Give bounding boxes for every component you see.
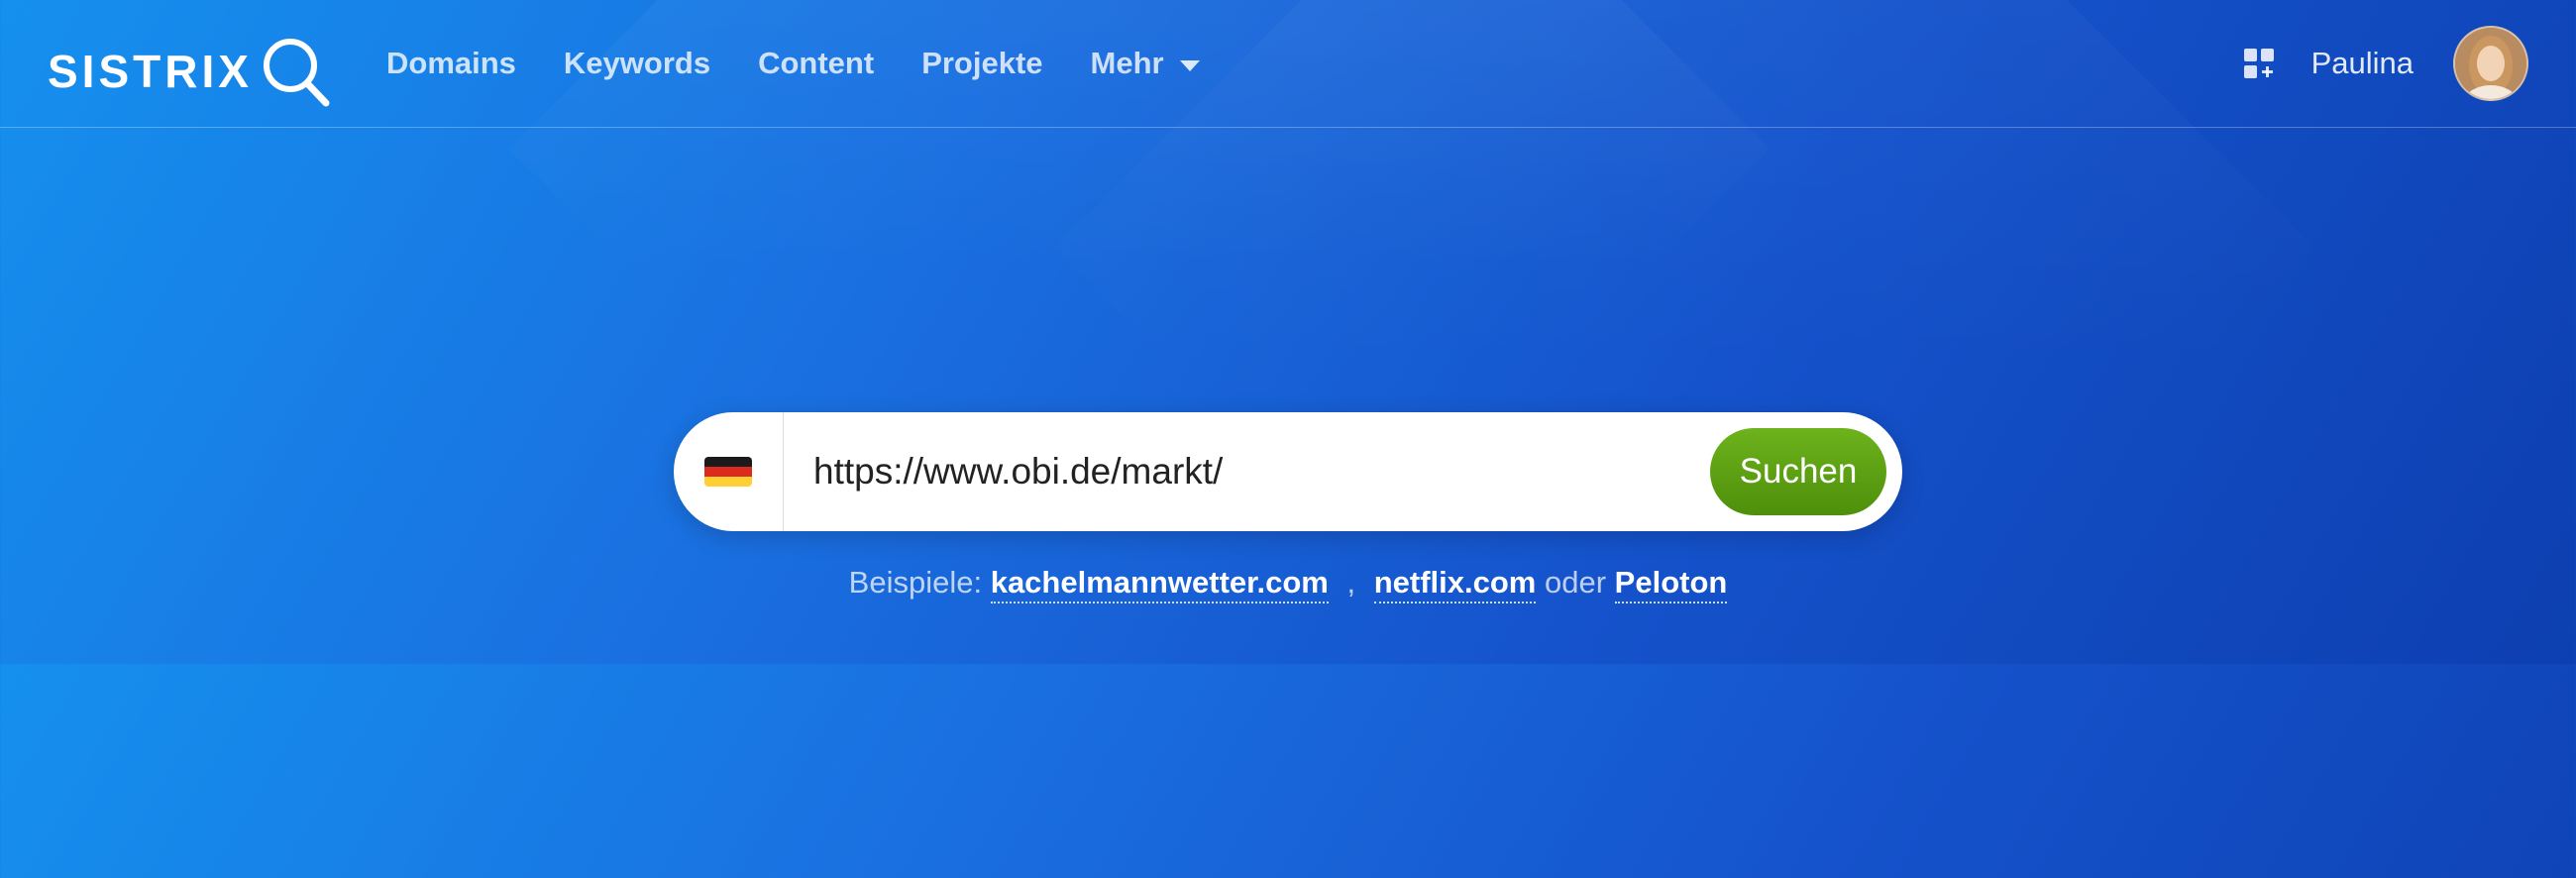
nav-item-content[interactable]: Content [758, 46, 874, 81]
sistrix-logo[interactable]: SISTRIX [48, 34, 332, 109]
user-name[interactable]: Paulina [2311, 46, 2414, 81]
apps-grid-icon[interactable] [2242, 47, 2276, 80]
chevron-down-icon [1179, 59, 1200, 71]
example-link[interactable]: Peloton [1614, 565, 1728, 604]
main-nav: Domains Keywords Content Projekte Mehr [386, 0, 1247, 127]
nav-item-mehr-label: Mehr [1090, 46, 1164, 80]
logo-text: SISTRIX [48, 46, 253, 97]
examples-comma: , [1346, 565, 1356, 600]
user-area: Paulina [2242, 0, 2528, 127]
avatar-image [2455, 28, 2526, 99]
example-link[interactable]: netflix.com [1373, 565, 1537, 604]
avatar[interactable] [2453, 26, 2528, 101]
magnifier-logo-icon [263, 39, 330, 107]
examples-label: Beispiele: [848, 565, 983, 600]
search-input[interactable] [784, 411, 1710, 532]
germany-flag-icon [704, 457, 752, 487]
search-bar: Suchen [674, 411, 1902, 532]
example-link[interactable]: kachelmannwetter.com [990, 565, 1329, 604]
top-navigation: SISTRIX Domains Keywords Content Projekt… [0, 0, 2576, 128]
nav-item-keywords[interactable]: Keywords [564, 46, 710, 81]
search-button[interactable]: Suchen [1710, 428, 1886, 515]
nav-item-mehr[interactable]: Mehr [1091, 46, 1200, 81]
country-selector[interactable] [674, 412, 784, 531]
nav-item-domains[interactable]: Domains [386, 46, 516, 81]
examples-or: oder [1545, 565, 1607, 600]
examples-line: Beispiele: kachelmannwetter.com , netfli… [0, 565, 2576, 604]
nav-item-projekte[interactable]: Projekte [921, 46, 1042, 81]
